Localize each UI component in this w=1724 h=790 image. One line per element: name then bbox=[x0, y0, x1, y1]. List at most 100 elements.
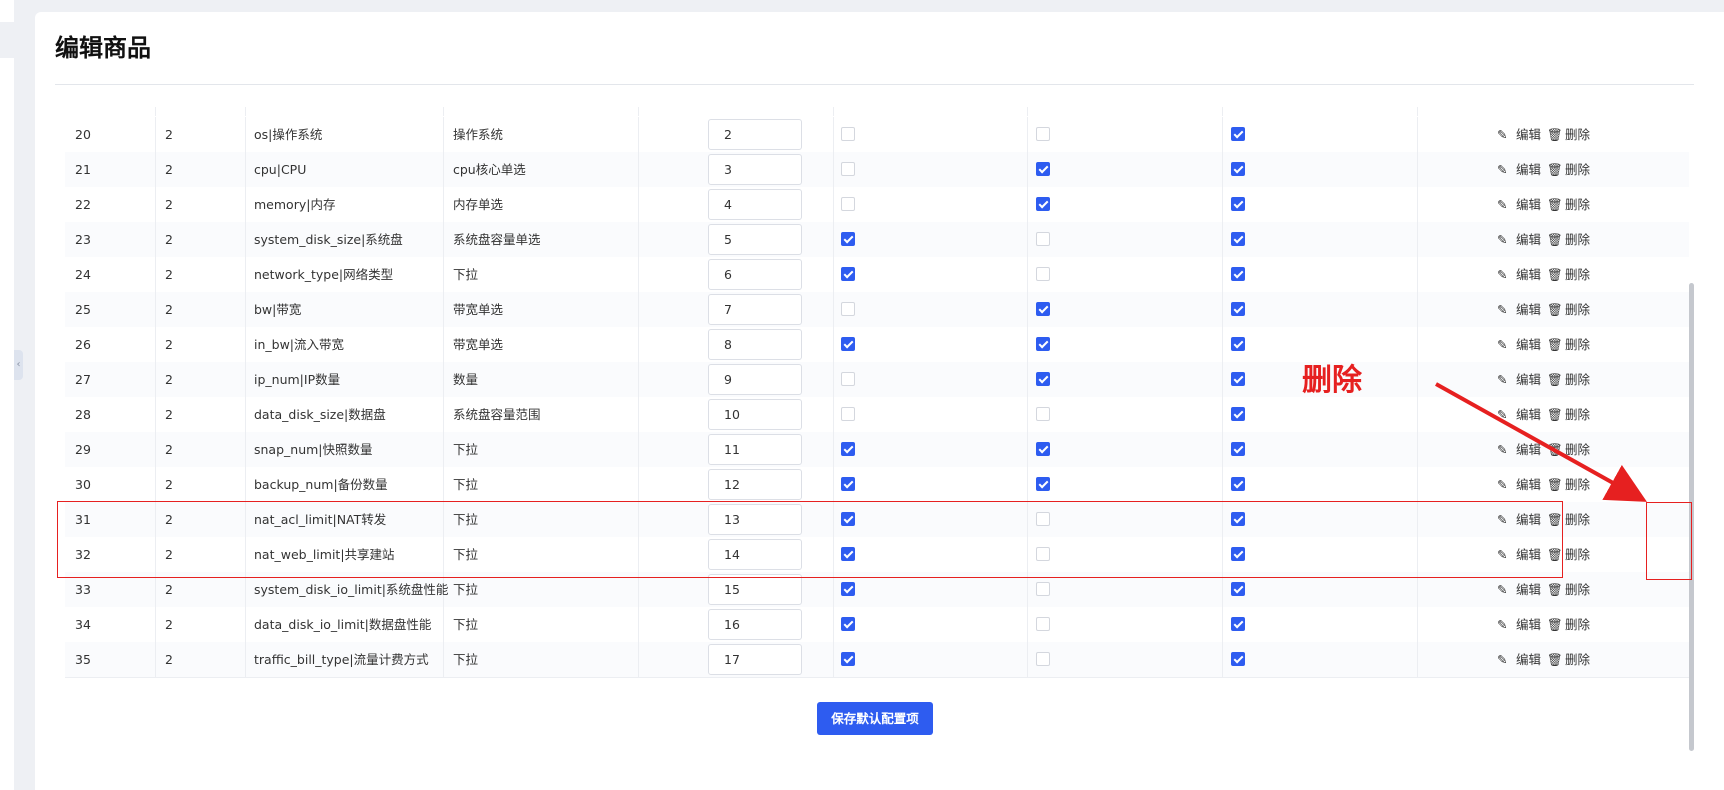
order-input[interactable]: 17 bbox=[708, 644, 802, 675]
checkbox-2[interactable] bbox=[1036, 582, 1050, 596]
checkbox-2[interactable] bbox=[1036, 162, 1050, 176]
delete-link[interactable]: 删除 bbox=[1565, 117, 1590, 152]
edit-link[interactable]: 编辑 bbox=[1516, 397, 1541, 432]
checkbox-3[interactable] bbox=[1231, 302, 1245, 316]
order-input[interactable]: 4 bbox=[708, 189, 802, 220]
edit-icon[interactable]: ✎ bbox=[1497, 117, 1507, 152]
order-input[interactable]: 10 bbox=[708, 399, 802, 430]
checkbox-3[interactable] bbox=[1231, 442, 1245, 456]
edit-icon[interactable]: ✎ bbox=[1497, 222, 1507, 257]
trash-icon[interactable]: 🗑 bbox=[1547, 327, 1563, 362]
checkbox-1[interactable] bbox=[841, 442, 855, 456]
checkbox-1[interactable] bbox=[841, 407, 855, 421]
delete-link[interactable]: 删除 bbox=[1565, 642, 1590, 677]
order-input[interactable]: 5 bbox=[708, 224, 802, 255]
order-input[interactable]: 6 bbox=[708, 259, 802, 290]
sidebar-collapse-toggle[interactable]: ‹ bbox=[14, 350, 23, 380]
edit-link[interactable]: 编辑 bbox=[1516, 152, 1541, 187]
checkbox-2[interactable] bbox=[1036, 477, 1050, 491]
trash-icon[interactable]: 🗑 bbox=[1547, 432, 1563, 467]
edit-link[interactable]: 编辑 bbox=[1516, 642, 1541, 677]
checkbox-3[interactable] bbox=[1231, 162, 1245, 176]
edit-link[interactable]: 编辑 bbox=[1516, 432, 1541, 467]
checkbox-2[interactable] bbox=[1036, 407, 1050, 421]
checkbox-2[interactable] bbox=[1036, 652, 1050, 666]
delete-link[interactable]: 删除 bbox=[1565, 432, 1590, 467]
order-input[interactable]: 3 bbox=[708, 154, 802, 185]
edit-icon[interactable]: ✎ bbox=[1497, 327, 1507, 362]
trash-icon[interactable]: 🗑 bbox=[1547, 642, 1563, 677]
edit-icon[interactable]: ✎ bbox=[1497, 152, 1507, 187]
trash-icon[interactable]: 🗑 bbox=[1547, 292, 1563, 327]
order-input[interactable]: 15 bbox=[708, 574, 802, 605]
edit-link[interactable]: 编辑 bbox=[1516, 117, 1541, 152]
order-input[interactable]: 12 bbox=[708, 469, 802, 500]
checkbox-1[interactable] bbox=[841, 617, 855, 631]
delete-link[interactable]: 删除 bbox=[1565, 607, 1590, 642]
edit-link[interactable]: 编辑 bbox=[1516, 362, 1541, 397]
edit-link[interactable]: 编辑 bbox=[1516, 607, 1541, 642]
trash-icon[interactable]: 🗑 bbox=[1547, 222, 1563, 257]
checkbox-1[interactable] bbox=[841, 652, 855, 666]
edit-icon[interactable]: ✎ bbox=[1497, 362, 1507, 397]
edit-icon[interactable]: ✎ bbox=[1497, 187, 1507, 222]
checkbox-2[interactable] bbox=[1036, 337, 1050, 351]
order-input[interactable]: 16 bbox=[708, 609, 802, 640]
delete-link[interactable]: 删除 bbox=[1565, 502, 1590, 537]
edit-link[interactable]: 编辑 bbox=[1516, 257, 1541, 292]
trash-icon[interactable]: 🗑 bbox=[1547, 607, 1563, 642]
checkbox-1[interactable] bbox=[841, 372, 855, 386]
checkbox-1[interactable] bbox=[841, 337, 855, 351]
trash-icon[interactable]: 🗑 bbox=[1547, 362, 1563, 397]
checkbox-3[interactable] bbox=[1231, 617, 1245, 631]
checkbox-1[interactable] bbox=[841, 302, 855, 316]
edit-icon[interactable]: ✎ bbox=[1497, 257, 1507, 292]
checkbox-2[interactable] bbox=[1036, 302, 1050, 316]
edit-icon[interactable]: ✎ bbox=[1497, 642, 1507, 677]
order-input[interactable]: 2 bbox=[708, 119, 802, 150]
checkbox-2[interactable] bbox=[1036, 197, 1050, 211]
delete-link[interactable]: 删除 bbox=[1565, 257, 1590, 292]
delete-link[interactable]: 删除 bbox=[1565, 327, 1590, 362]
edit-icon[interactable]: ✎ bbox=[1497, 397, 1507, 432]
checkbox-3[interactable] bbox=[1231, 267, 1245, 281]
checkbox-2[interactable] bbox=[1036, 442, 1050, 456]
delete-link[interactable]: 删除 bbox=[1565, 292, 1590, 327]
trash-icon[interactable]: 🗑 bbox=[1547, 187, 1563, 222]
edit-link[interactable]: 编辑 bbox=[1516, 187, 1541, 222]
checkbox-3[interactable] bbox=[1231, 337, 1245, 351]
trash-icon[interactable]: 🗑 bbox=[1547, 257, 1563, 292]
checkbox-3[interactable] bbox=[1231, 652, 1245, 666]
order-input[interactable]: 11 bbox=[708, 434, 802, 465]
trash-icon[interactable]: 🗑 bbox=[1547, 397, 1563, 432]
checkbox-3[interactable] bbox=[1231, 582, 1245, 596]
edit-icon[interactable]: ✎ bbox=[1497, 432, 1507, 467]
trash-icon[interactable]: 🗑 bbox=[1547, 467, 1563, 502]
checkbox-2[interactable] bbox=[1036, 267, 1050, 281]
edit-link[interactable]: 编辑 bbox=[1516, 327, 1541, 362]
checkbox-3[interactable] bbox=[1231, 477, 1245, 491]
checkbox-2[interactable] bbox=[1036, 232, 1050, 246]
checkbox-1[interactable] bbox=[841, 162, 855, 176]
checkbox-3[interactable] bbox=[1231, 372, 1245, 386]
delete-link[interactable]: 删除 bbox=[1565, 572, 1590, 607]
checkbox-1[interactable] bbox=[841, 477, 855, 491]
checkbox-2[interactable] bbox=[1036, 617, 1050, 631]
trash-icon[interactable]: 🗑 bbox=[1547, 152, 1563, 187]
trash-icon[interactable]: 🗑 bbox=[1547, 117, 1563, 152]
checkbox-1[interactable] bbox=[841, 127, 855, 141]
edit-link[interactable]: 编辑 bbox=[1516, 467, 1541, 502]
delete-link[interactable]: 删除 bbox=[1565, 222, 1590, 257]
checkbox-3[interactable] bbox=[1231, 232, 1245, 246]
checkbox-2[interactable] bbox=[1036, 372, 1050, 386]
delete-link[interactable]: 删除 bbox=[1565, 152, 1590, 187]
delete-link[interactable]: 删除 bbox=[1565, 397, 1590, 432]
checkbox-3[interactable] bbox=[1231, 197, 1245, 211]
edit-link[interactable]: 编辑 bbox=[1516, 292, 1541, 327]
checkbox-1[interactable] bbox=[841, 267, 855, 281]
checkbox-1[interactable] bbox=[841, 197, 855, 211]
save-default-config-button[interactable]: 保存默认配置项 bbox=[817, 702, 933, 735]
edit-link[interactable]: 编辑 bbox=[1516, 222, 1541, 257]
order-input[interactable]: 8 bbox=[708, 329, 802, 360]
delete-link[interactable]: 删除 bbox=[1565, 187, 1590, 222]
